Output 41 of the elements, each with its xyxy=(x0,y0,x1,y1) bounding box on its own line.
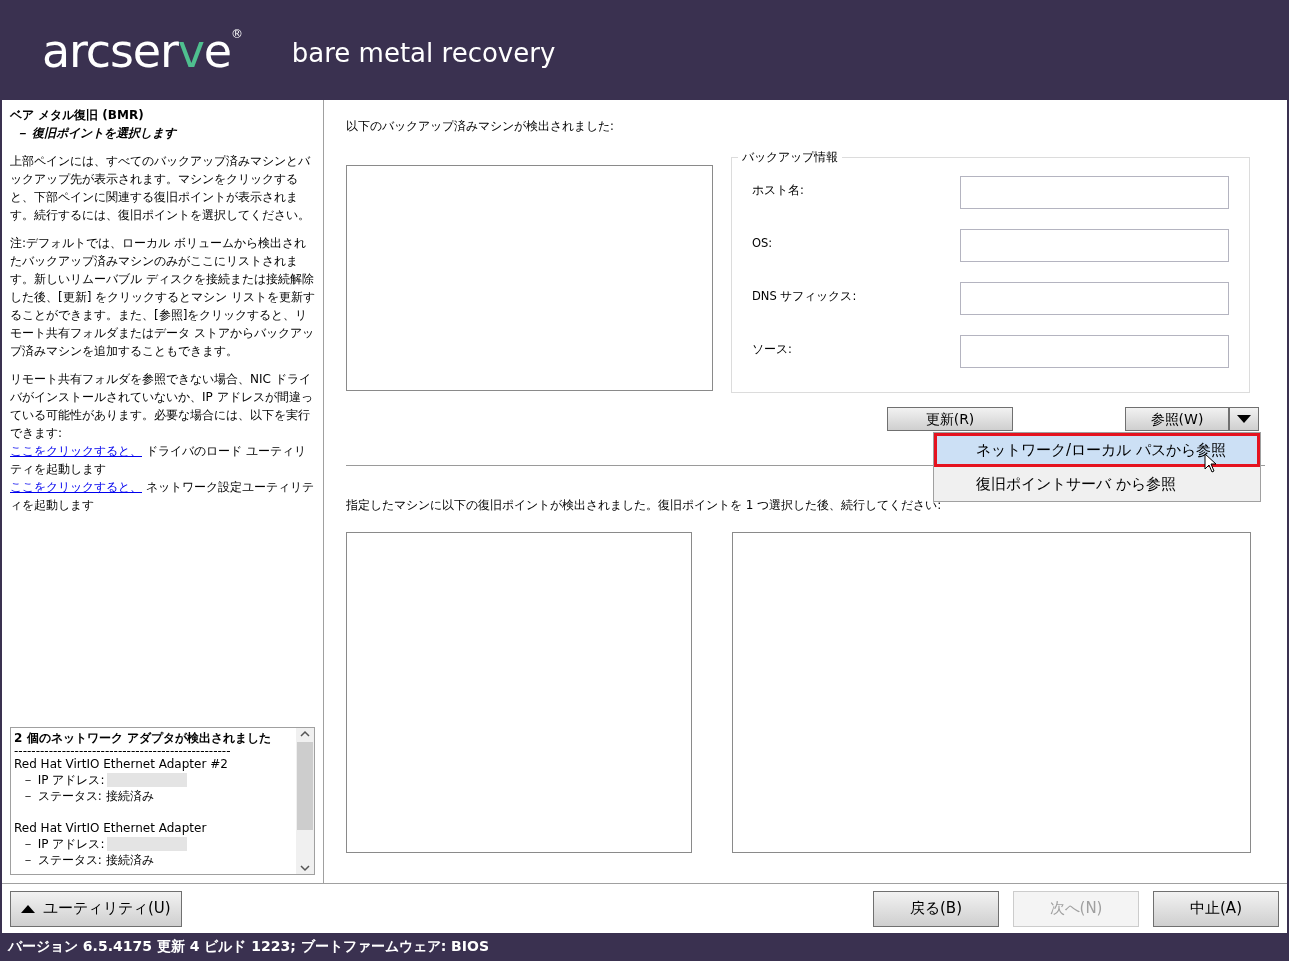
input-field[interactable] xyxy=(960,229,1229,263)
scrollbar-thumb[interactable] xyxy=(297,742,313,830)
help-paragraph: 注:デフォルトでは、ローカル ボリュームから検出されたバックアップ済みマシンのみがここにリストされます。新しいリムーバブル ディスクを接続または接続解除した後、[更新] をクリックするとマシン リストを更新することができます。また、[参照]をクリックすると、リモート共有フォルダまたはデータ ストアからバックアップ済みマシンを追加することもできます。 xyxy=(10,235,315,360)
utility-button[interactable]: ユーティリティ(U) xyxy=(10,890,182,927)
refresh-button[interactable]: 更新(R) xyxy=(887,407,1013,432)
adapter-status: － ステータス: 接続済み xyxy=(21,788,155,804)
arcserve-logo: arcserve® xyxy=(42,28,242,74)
field-label: ホスト名: xyxy=(752,182,804,200)
browse-button[interactable]: 参照(W) xyxy=(1125,407,1229,432)
field-label: OS: xyxy=(752,235,773,253)
adapter-status: － ステータス: 接続済み xyxy=(21,852,155,868)
field-label: ソース: xyxy=(752,341,792,359)
help-link[interactable]: ここをクリックすると、 xyxy=(10,480,142,494)
help-paragraph: リモート共有フォルダを参照できない場合、NIC ドライバがインストールされていないか、IP アドレスが間違っている可能性があります。必要な場合には、以下を実行できます: xyxy=(10,371,314,442)
scroll-down-icon[interactable] xyxy=(300,864,310,872)
triangle-up-icon xyxy=(21,904,35,913)
ip-address-label: － IP アドレス: xyxy=(22,836,105,852)
help-paragraph: ここをクリックすると、 ネットワーク設定ユーティリティを起動します xyxy=(10,479,315,514)
help-link[interactable]: ここをクリックすると、 xyxy=(10,444,142,458)
input-field[interactable] xyxy=(960,282,1229,316)
machines-label: 以下のバックアップ済みマシンが検出されました: xyxy=(346,118,615,135)
footer-button[interactable]: 戻る(B) xyxy=(873,890,999,927)
field-label: DNS サフィックス: xyxy=(752,288,857,306)
adapter-count-title: 2 個のネットワーク アダプタが検出されました xyxy=(14,730,272,746)
input-field[interactable] xyxy=(960,176,1229,210)
footer-button[interactable]: 中止(A) xyxy=(1153,890,1279,927)
dropdown-toggle[interactable] xyxy=(1229,407,1259,432)
scroll-up-icon[interactable] xyxy=(300,730,310,738)
sidebar-subtitle: － 復旧ポイントを選択します xyxy=(16,125,178,142)
input-field[interactable] xyxy=(960,335,1229,369)
scrollbar[interactable] xyxy=(296,728,314,874)
adapter-name: Red Hat VirtIO Ethernet Adapter #2 xyxy=(14,756,229,772)
separator-dashes: -------------------------------------------------- xyxy=(14,746,232,756)
product-title: bare metal recovery xyxy=(291,36,556,70)
caret-icon xyxy=(1237,415,1251,424)
help-paragraph: 上部ペインには、すべてのバックアップ済みマシンとバックアップ先が表示されます。マシンをクリックすると、下部ペインに関連する復旧ポイントが表示されます。続行するには、復旧ポイントを選択してください。 xyxy=(10,153,311,224)
adapter-name: Red Hat VirtIO Ethernet Adapter xyxy=(14,820,208,836)
menu-item[interactable]: ネットワーク/ローカル パスから参照 xyxy=(934,433,1260,468)
help-paragraph: ここをクリックすると、 ドライバのロード ユーティリティを起動します xyxy=(10,443,307,478)
ip-address-label: － IP アドレス: xyxy=(22,772,105,788)
sidebar-title: ベア メタル復旧 (BMR) xyxy=(10,107,145,124)
